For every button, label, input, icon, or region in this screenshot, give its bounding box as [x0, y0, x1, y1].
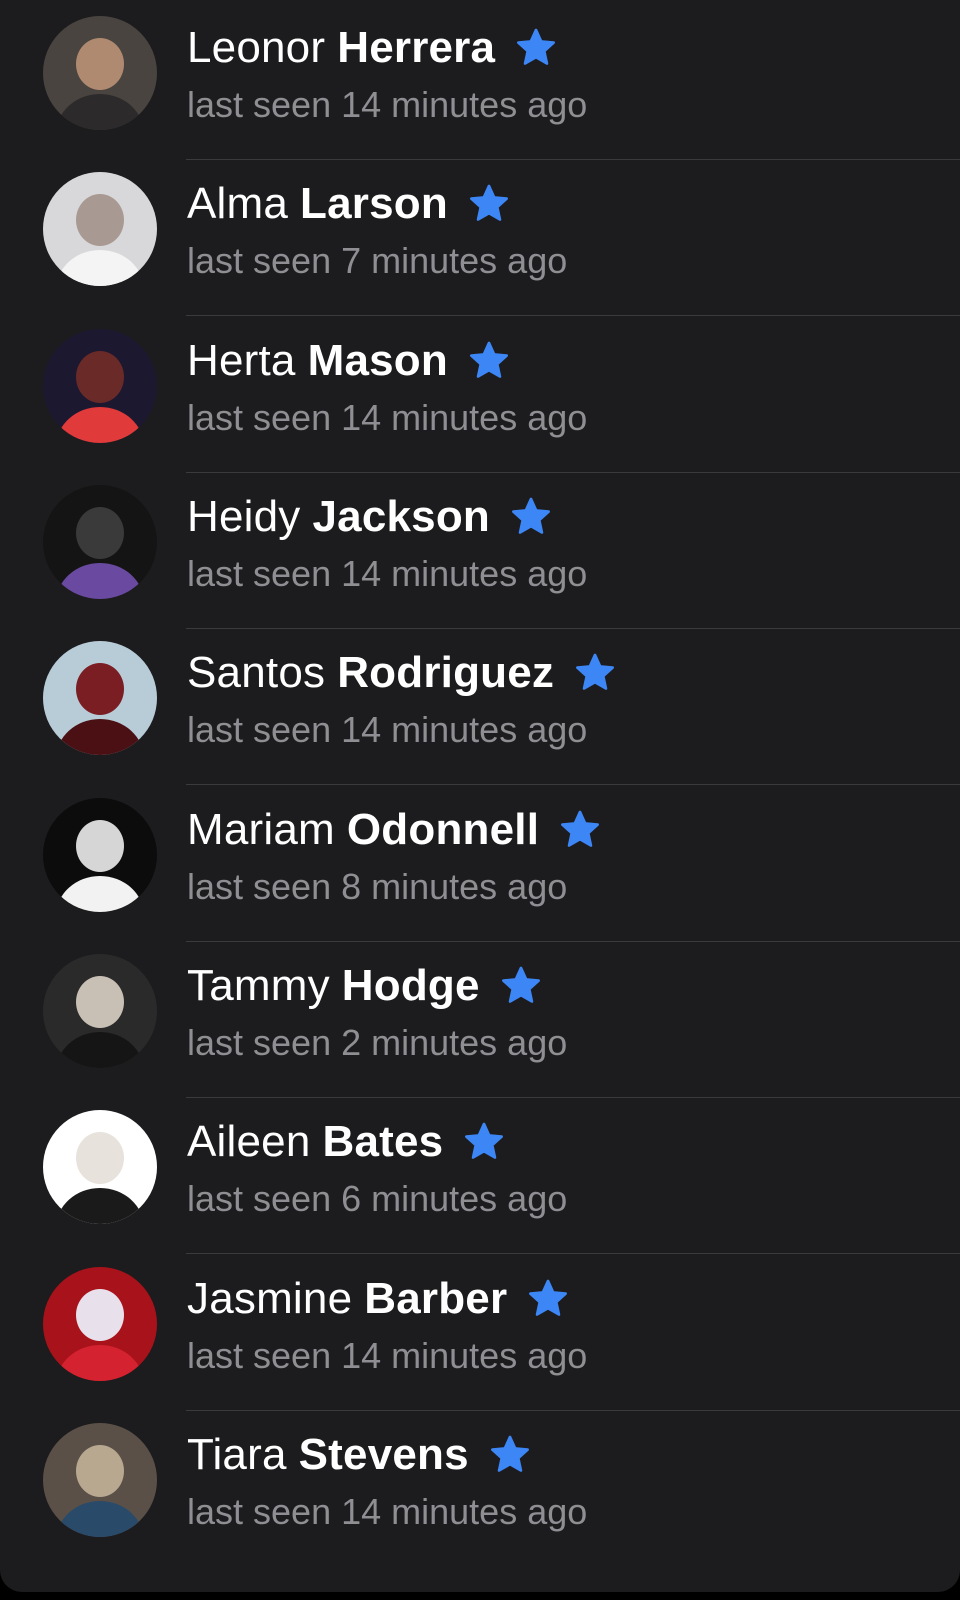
contact-row[interactable]: Heidy Jackson last seen 14 minutes ago: [0, 469, 960, 629]
contact-row[interactable]: Leonor Herrera last seen 14 minutes ago: [0, 0, 960, 160]
contact-name: Santos Rodriguez: [187, 647, 618, 699]
contact-last-name: Hodge: [341, 961, 480, 1010]
contact-last-name: Jackson: [312, 492, 491, 541]
contact-avatar[interactable]: [43, 798, 157, 912]
star-icon: [498, 963, 544, 1009]
contact-name: Jasmine Barber: [187, 1273, 571, 1325]
last-seen-status: last seen 14 minutes ago: [187, 1491, 588, 1532]
contact-first-name: Mariam: [187, 805, 335, 854]
contact-row[interactable]: Tammy Hodge last seen 2 minutes ago: [0, 938, 960, 1098]
contact-first-name: Leonor: [187, 23, 326, 72]
star-icon: [466, 181, 512, 227]
contact-last-name: Barber: [364, 1274, 508, 1323]
contact-avatar[interactable]: [43, 329, 157, 443]
last-seen-status: last seen 8 minutes ago: [187, 866, 568, 907]
contact-last-name: Herrera: [337, 23, 496, 72]
contact-first-name: Aileen: [187, 1117, 311, 1166]
contact-first-name: Heidy: [187, 492, 301, 541]
last-seen-status: last seen 14 minutes ago: [187, 397, 588, 438]
star-icon: [508, 494, 554, 540]
contact-name: Alma Larson: [187, 178, 512, 230]
last-seen-status: last seen 14 minutes ago: [187, 1335, 588, 1376]
star-icon: [513, 25, 559, 71]
contact-first-name: Santos: [187, 648, 326, 697]
star-icon: [461, 1119, 507, 1165]
last-seen-status: last seen 7 minutes ago: [187, 240, 568, 281]
contact-first-name: Tiara: [187, 1430, 287, 1479]
contact-avatar[interactable]: [43, 954, 157, 1068]
contact-avatar[interactable]: [43, 172, 157, 286]
star-icon: [525, 1276, 571, 1322]
contact-last-name: Stevens: [298, 1430, 469, 1479]
last-seen-status: last seen 2 minutes ago: [187, 1022, 568, 1063]
contact-row[interactable]: Jasmine Barber last seen 14 minutes ago: [0, 1251, 960, 1411]
contact-row[interactable]: Alma Larson last seen 7 minutes ago: [0, 156, 960, 316]
last-seen-status: last seen 6 minutes ago: [187, 1178, 568, 1219]
contact-name: Leonor Herrera: [187, 22, 559, 74]
contact-row[interactable]: Herta Mason last seen 14 minutes ago: [0, 313, 960, 473]
contact-name: Tiara Stevens: [187, 1429, 533, 1481]
star-icon: [557, 807, 603, 853]
contact-row[interactable]: Aileen Bates last seen 6 minutes ago: [0, 1094, 960, 1254]
last-seen-status: last seen 14 minutes ago: [187, 553, 588, 594]
contact-first-name: Tammy: [187, 961, 330, 1010]
last-seen-status: last seen 14 minutes ago: [187, 84, 588, 125]
contact-name: Mariam Odonnell: [187, 804, 603, 856]
contact-last-name: Rodriguez: [337, 648, 555, 697]
contact-name: Aileen Bates: [187, 1116, 507, 1168]
contact-avatar[interactable]: [43, 1267, 157, 1381]
star-icon: [572, 650, 618, 696]
contact-avatar[interactable]: [43, 1110, 157, 1224]
contact-last-name: Odonnell: [346, 805, 540, 854]
contact-avatar[interactable]: [43, 16, 157, 130]
contact-first-name: Herta: [187, 336, 296, 385]
contact-row[interactable]: Mariam Odonnell last seen 8 minutes ago: [0, 782, 960, 942]
contact-avatar[interactable]: [43, 641, 157, 755]
contact-name: Herta Mason: [187, 335, 512, 387]
star-icon: [466, 338, 512, 384]
contact-list: Leonor Herrera last seen 14 minutes ago Alm…: [0, 0, 960, 1592]
contact-last-name: Bates: [322, 1117, 444, 1166]
contact-row[interactable]: Tiara Stevens last seen 14 minutes ago: [0, 1407, 960, 1567]
contact-last-name: Larson: [300, 179, 448, 228]
contact-name: Tammy Hodge: [187, 960, 544, 1012]
star-icon: [487, 1432, 533, 1478]
contact-last-name: Mason: [307, 336, 448, 385]
contact-name: Heidy Jackson: [187, 491, 554, 543]
contact-avatar[interactable]: [43, 485, 157, 599]
contact-first-name: Alma: [187, 179, 289, 228]
contact-first-name: Jasmine: [187, 1274, 353, 1323]
contact-row[interactable]: Santos Rodriguez last seen 14 minutes ago: [0, 625, 960, 785]
last-seen-status: last seen 14 minutes ago: [187, 709, 588, 750]
contact-avatar[interactable]: [43, 1423, 157, 1537]
